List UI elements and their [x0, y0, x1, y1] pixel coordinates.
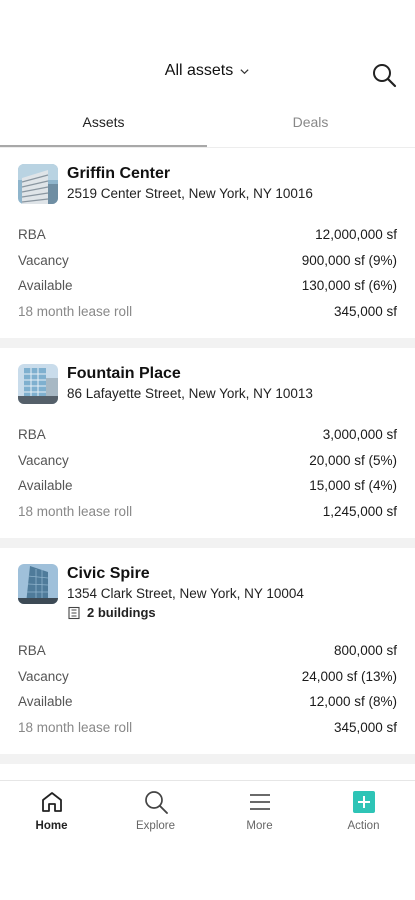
asset-stats: RBA 12,000,000 sf Vacancy 900,000 sf (9%) …: [18, 222, 397, 338]
title-wrap: All assets: [0, 62, 415, 80]
stat-label: Vacancy: [18, 668, 69, 684]
stat-value: 24,000 sf (13%): [301, 668, 397, 684]
asset-address: 2519 Center Street, New York, NY 10016: [67, 186, 313, 201]
header: All assets: [0, 0, 415, 110]
stat-row-vacancy: Vacancy 900,000 sf (9%): [18, 248, 397, 274]
stat-label: Available: [18, 478, 73, 493]
stat-value: 1,245,000 sf: [322, 503, 397, 519]
tab-bar: Assets Deals: [0, 108, 415, 148]
stat-label: 18 month lease roll: [18, 503, 133, 519]
card-separator: [0, 754, 415, 764]
stat-value: 15,000 sf (4%): [309, 478, 397, 493]
stat-label: Available: [18, 278, 73, 293]
nav-home[interactable]: Home: [0, 789, 103, 832]
stat-value: 900,000 sf (9%): [301, 252, 397, 268]
stat-value: 12,000,000 sf: [315, 227, 397, 242]
building-icon: [68, 606, 80, 619]
stat-row-available: Available 15,000 sf (4%): [18, 473, 397, 499]
nav-label: Home: [35, 820, 68, 832]
stat-label: RBA: [18, 643, 46, 658]
asset-name: Griffin Center: [67, 165, 171, 182]
home-icon: [41, 792, 62, 812]
stat-row-lease-roll: 18 month lease roll 1,245,000 sf: [18, 499, 397, 525]
stat-row-rba: RBA 3,000,000 sf: [18, 422, 397, 448]
stat-row-vacancy: Vacancy 20,000 sf (5%): [18, 448, 397, 474]
stat-row-vacancy: Vacancy 24,000 sf (13%): [18, 664, 397, 690]
search-icon[interactable]: [371, 62, 397, 88]
building-count: 2 buildings: [67, 605, 304, 620]
asset-thumbnail: [18, 164, 58, 204]
stat-row-rba: RBA 12,000,000 sf: [18, 222, 397, 248]
stat-row-lease-roll: 18 month lease roll 345,000 sf: [18, 299, 397, 325]
bottom-nav: Home Explore More Action: [0, 780, 415, 840]
stat-value: 20,000 sf (5%): [309, 452, 397, 468]
nav-explore[interactable]: Explore: [104, 789, 207, 832]
menu-icon: [249, 794, 270, 810]
tab-assets[interactable]: Assets: [0, 108, 207, 148]
stat-value: 800,000 sf: [333, 643, 397, 658]
asset-thumbnail: [18, 564, 58, 604]
asset-card[interactable]: Fountain Place 86 Lafayette Street, New …: [0, 348, 415, 538]
asset-header: Fountain Place 86 Lafayette Street, New …: [18, 364, 397, 404]
asset-info: Griffin Center 2519 Center Street, New Y…: [67, 164, 313, 204]
asset-info: Civic Spire 1354 Clark Street, New York,…: [67, 564, 304, 620]
stat-label: Available: [18, 694, 73, 709]
stat-label: Vacancy: [18, 252, 69, 268]
search-icon: [144, 791, 168, 814]
nav-label: Explore: [136, 820, 175, 832]
asset-address: 1354 Clark Street, New York, NY 10004: [67, 586, 304, 601]
stat-row-available: Available 12,000 sf (8%): [18, 689, 397, 715]
card-separator: [0, 538, 415, 548]
asset-card[interactable]: Civic Spire 1354 Clark Street, New York,…: [0, 548, 415, 754]
asset-info: Fountain Place 86 Lafayette Street, New …: [67, 364, 313, 404]
tab-deals[interactable]: Deals: [207, 108, 414, 148]
building-count-label: 2 buildings: [87, 605, 156, 620]
asset-card[interactable]: Griffin Center 2519 Center Street, New Y…: [0, 148, 415, 338]
stat-label: Vacancy: [18, 452, 69, 468]
plus-icon: [352, 791, 375, 813]
stat-value: 3,000,000 sf: [322, 427, 397, 442]
stat-label: 18 month lease roll: [18, 303, 133, 319]
stat-label: RBA: [18, 227, 46, 242]
stat-value: 130,000 sf (6%): [301, 278, 397, 293]
asset-stats: RBA 3,000,000 sf Vacancy 20,000 sf (5%) Av…: [18, 422, 397, 538]
nav-label: Action: [347, 820, 380, 832]
asset-filter-dropdown[interactable]: All assets: [165, 62, 250, 80]
asset-name: Fountain Place: [67, 365, 181, 382]
stat-label: RBA: [18, 427, 46, 442]
card-separator: [0, 338, 415, 348]
asset-address: 86 Lafayette Street, New York, NY 10013: [67, 386, 313, 401]
asset-header: Griffin Center 2519 Center Street, New Y…: [18, 164, 397, 204]
stat-row-rba: RBA 800,000 sf: [18, 638, 397, 664]
stat-row-lease-roll: 18 month lease roll 345,000 sf: [18, 715, 397, 741]
nav-label: More: [246, 820, 273, 832]
asset-stats: RBA 800,000 sf Vacancy 24,000 sf (13%) Ava…: [18, 638, 397, 754]
page-title: All assets: [164, 62, 234, 79]
asset-thumbnail: [18, 364, 58, 404]
stat-row-available: Available 130,000 sf (6%): [18, 273, 397, 299]
stat-value: 345,000 sf: [333, 719, 397, 735]
nav-action[interactable]: Action: [312, 789, 415, 832]
nav-more[interactable]: More: [208, 789, 311, 832]
stat-label: 18 month lease roll: [18, 719, 133, 735]
asset-header: Civic Spire 1354 Clark Street, New York,…: [18, 564, 397, 620]
asset-name: Civic Spire: [67, 565, 150, 582]
stat-value: 345,000 sf: [333, 303, 397, 319]
stat-value: 12,000 sf (8%): [309, 694, 397, 709]
asset-list: Griffin Center 2519 Center Street, New Y…: [0, 148, 415, 764]
chevron-down-icon: [240, 68, 249, 74]
